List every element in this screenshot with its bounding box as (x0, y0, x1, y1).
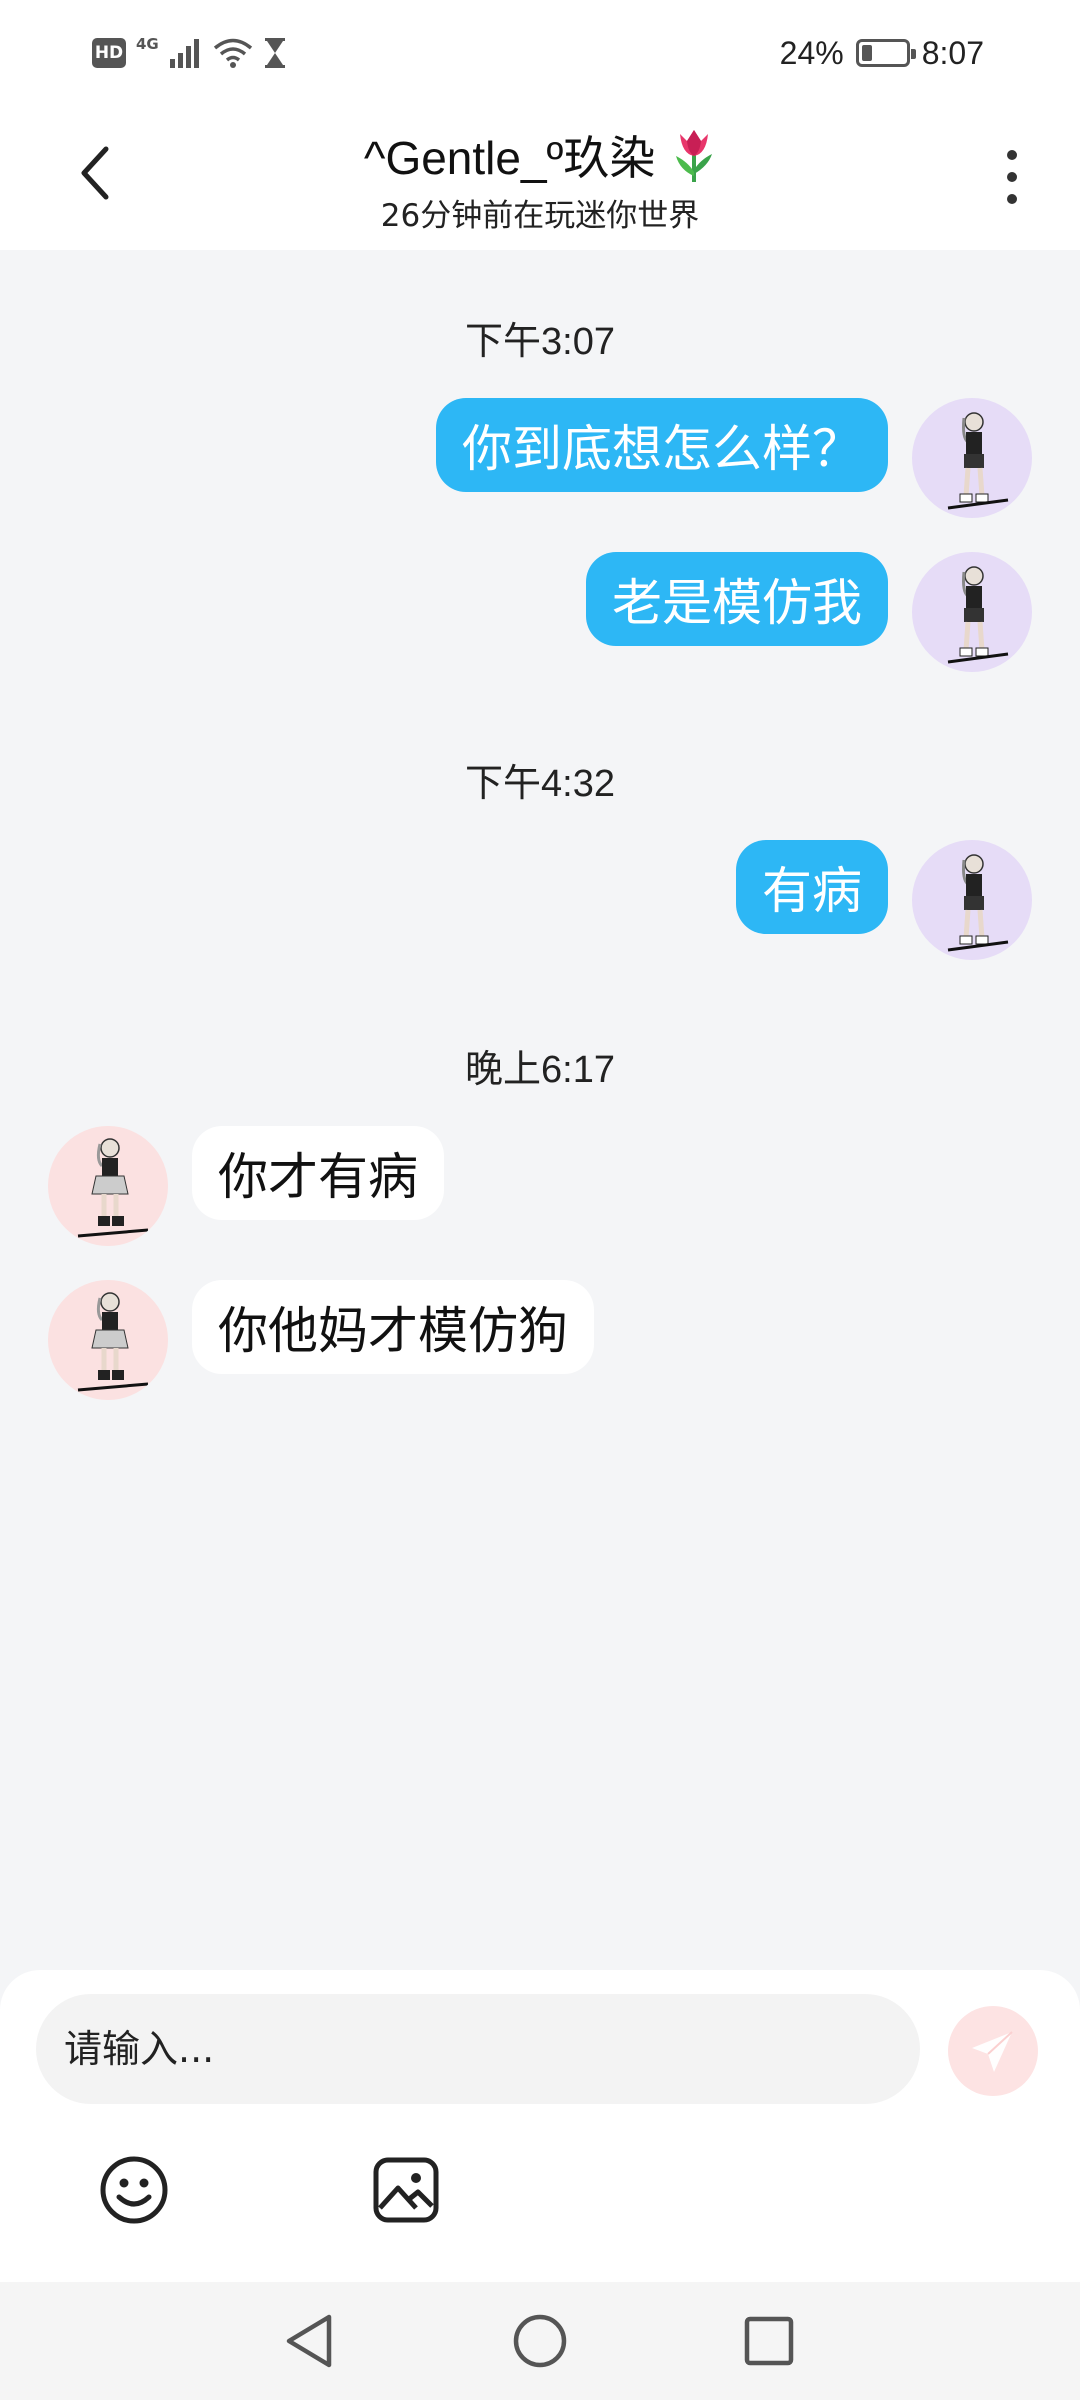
battery-icon (855, 39, 916, 67)
message-input[interactable] (36, 1994, 920, 2104)
message-bubble-received[interactable]: 你才有病 (192, 1126, 444, 1220)
tulip-icon (676, 130, 713, 182)
battery-percent: 24% (779, 34, 844, 71)
signal-icon (169, 39, 199, 68)
timestamp: 晚上6:17 (465, 1049, 615, 1091)
avatar-self[interactable] (912, 840, 1032, 960)
contact-name: ^Gentle_º玖染 (0, 122, 1080, 188)
clock: 8:07 (921, 34, 984, 71)
timestamp: 下午3:07 (465, 321, 615, 363)
hd-icon: HD (92, 38, 126, 68)
triangle-back-icon (286, 2314, 332, 2368)
system-nav-bar (0, 2282, 1080, 2400)
battery-fill (861, 45, 872, 61)
smiley-icon (100, 2156, 168, 2224)
emoji-button[interactable] (96, 2152, 172, 2228)
chat-area[interactable]: 下午3:07 你到底想怎么样？ 老是模仿我 下午4:32 有病 晚上6:17 你… (0, 250, 1080, 1970)
circle-home-icon (513, 2314, 567, 2368)
image-icon (373, 2157, 439, 2223)
status-bar: HD 4G 24% 8:07 (0, 0, 1080, 100)
hourglass-icon (264, 38, 285, 68)
network-type: 4G (136, 35, 159, 53)
contact-name-text: ^Gentle_º玖染 (363, 132, 656, 184)
status-right: 24% 8:07 (780, 28, 984, 78)
more-options-button[interactable] (990, 144, 1034, 210)
avatar-figure (947, 412, 1009, 510)
square-recents-icon (744, 2316, 794, 2366)
paper-plane-icon (972, 2031, 1013, 2072)
image-button[interactable] (368, 2152, 444, 2228)
avatar-figure (77, 1292, 149, 1392)
more-vertical-icon (1007, 150, 1017, 160)
message-bubble-sent[interactable]: 老是模仿我 (586, 552, 888, 646)
contact-status: 26分钟前在玩迷你世界 (380, 198, 700, 234)
wifi-icon (213, 38, 252, 68)
composer (0, 1970, 1080, 2282)
status-indicators: HD 4G (92, 28, 287, 78)
nav-back-button[interactable] (276, 2308, 342, 2374)
timestamp: 下午4:32 (465, 763, 615, 805)
message-bubble-sent[interactable]: 你到底想怎么样？ (436, 398, 888, 492)
avatar-figure (77, 1138, 149, 1238)
message-bubble-sent[interactable]: 有病 (736, 840, 888, 934)
avatar-self[interactable] (912, 552, 1032, 672)
avatar-contact[interactable] (48, 1280, 168, 1400)
avatar-contact[interactable] (48, 1126, 168, 1246)
avatar-self[interactable] (912, 398, 1032, 518)
avatar-figure (947, 566, 1009, 664)
avatar-figure (947, 854, 1009, 952)
message-bubble-received[interactable]: 你他妈才模仿狗 (192, 1280, 594, 1374)
nav-recents-button[interactable] (736, 2308, 802, 2374)
send-button[interactable] (948, 2006, 1038, 2096)
chat-header: ^Gentle_º玖染 26分钟前在玩迷你世界 (0, 100, 1080, 250)
nav-home-button[interactable] (507, 2308, 573, 2374)
